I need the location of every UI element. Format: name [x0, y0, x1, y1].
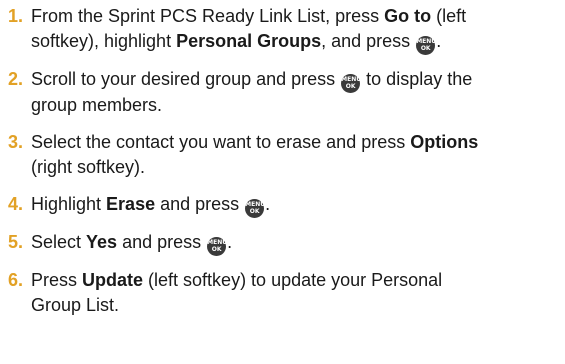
emphasized-term: Update — [82, 270, 144, 290]
step-text: . — [227, 232, 233, 252]
step-item: 1. From the Sprint PCS Ready Link List, p… — [0, 4, 565, 55]
step-text: Select the contact you want to erase and… — [31, 132, 411, 152]
step-text-line: Select the contact you want to erase and… — [31, 130, 565, 155]
emphasized-term: Yes — [86, 232, 118, 252]
step-item: 2. Scroll to your desired group and press… — [0, 67, 565, 118]
step-text: Highlight — [31, 194, 107, 214]
step-text: Press — [31, 270, 83, 290]
step-text-line: Scroll to your desired group and press M… — [31, 67, 565, 93]
step-text-line: Highlight Erase and press MENU OK. — [31, 192, 565, 218]
menu-ok-key-icon: MENU OK — [416, 36, 437, 55]
menu-ok-key-icon: MENU OK — [341, 74, 362, 93]
menu-label: MENU — [245, 201, 266, 208]
menu-label: MENU — [416, 38, 437, 45]
step-text: . — [265, 194, 271, 214]
step-text-line: From the Sprint PCS Ready Link List, pre… — [31, 4, 565, 29]
step-text-line: Press Update (left softkey) to update yo… — [31, 268, 565, 293]
step-text: Scroll to your desired group and press — [31, 69, 341, 89]
menu-ok-key-icon: MENU OK — [245, 199, 266, 218]
menu-label: MENU — [341, 76, 362, 83]
step-number: 6. — [8, 270, 24, 290]
step-item: 6. Press Update (left softkey) to update … — [0, 268, 565, 318]
ok-label: OK — [211, 246, 222, 253]
ok-label: OK — [345, 83, 356, 90]
step-text: group members. — [31, 95, 163, 115]
step-text: (left softkey) to update your Personal — [143, 270, 443, 290]
step-text: Select — [31, 232, 87, 252]
step-number: 4. — [8, 194, 24, 214]
ok-label: OK — [420, 45, 431, 52]
step-text: and press — [155, 194, 245, 214]
emphasized-term: Erase — [106, 194, 156, 214]
ok-label: OK — [249, 208, 260, 215]
step-item: 3. Select the contact you want to erase a… — [0, 130, 565, 180]
step-text: (left — [431, 6, 467, 26]
emphasized-term: Options — [410, 132, 479, 152]
step-number: 1. — [8, 6, 24, 26]
step-text-line: Group List. — [31, 293, 565, 318]
step-text: softkey), highlight — [31, 31, 177, 51]
step-number: 2. — [8, 69, 24, 89]
emphasized-term: Go to — [384, 6, 432, 26]
step-text: Group List. — [31, 295, 120, 315]
step-text-line: group members. — [31, 93, 565, 118]
steps-list: 1. From the Sprint PCS Ready Link List, p… — [0, 4, 565, 318]
step-text: and press — [117, 232, 207, 252]
step-text-line: softkey), highlight Personal Groups, and… — [31, 29, 565, 55]
step-item: 4. Highlight Erase and press MENU OK. — [0, 192, 565, 218]
menu-ok-key-icon: MENU OK — [207, 237, 228, 256]
menu-label: MENU — [207, 239, 228, 246]
step-text: From the Sprint PCS Ready Link List, pre… — [31, 6, 385, 26]
step-item: 5. Select Yes and press MENU OK. — [0, 230, 565, 256]
emphasized-term: Personal Groups — [176, 31, 322, 51]
step-text: (right softkey). — [31, 157, 146, 177]
step-number: 5. — [8, 232, 24, 252]
step-text: , and press — [321, 31, 416, 51]
step-text: to display the — [361, 69, 473, 89]
step-text-line: (right softkey). — [31, 155, 565, 180]
step-text-line: Select Yes and press MENU OK. — [31, 230, 565, 256]
instruction-page: 1. From the Sprint PCS Ready Link List, p… — [0, 0, 565, 364]
step-number: 3. — [8, 132, 24, 152]
step-text: . — [436, 31, 442, 51]
